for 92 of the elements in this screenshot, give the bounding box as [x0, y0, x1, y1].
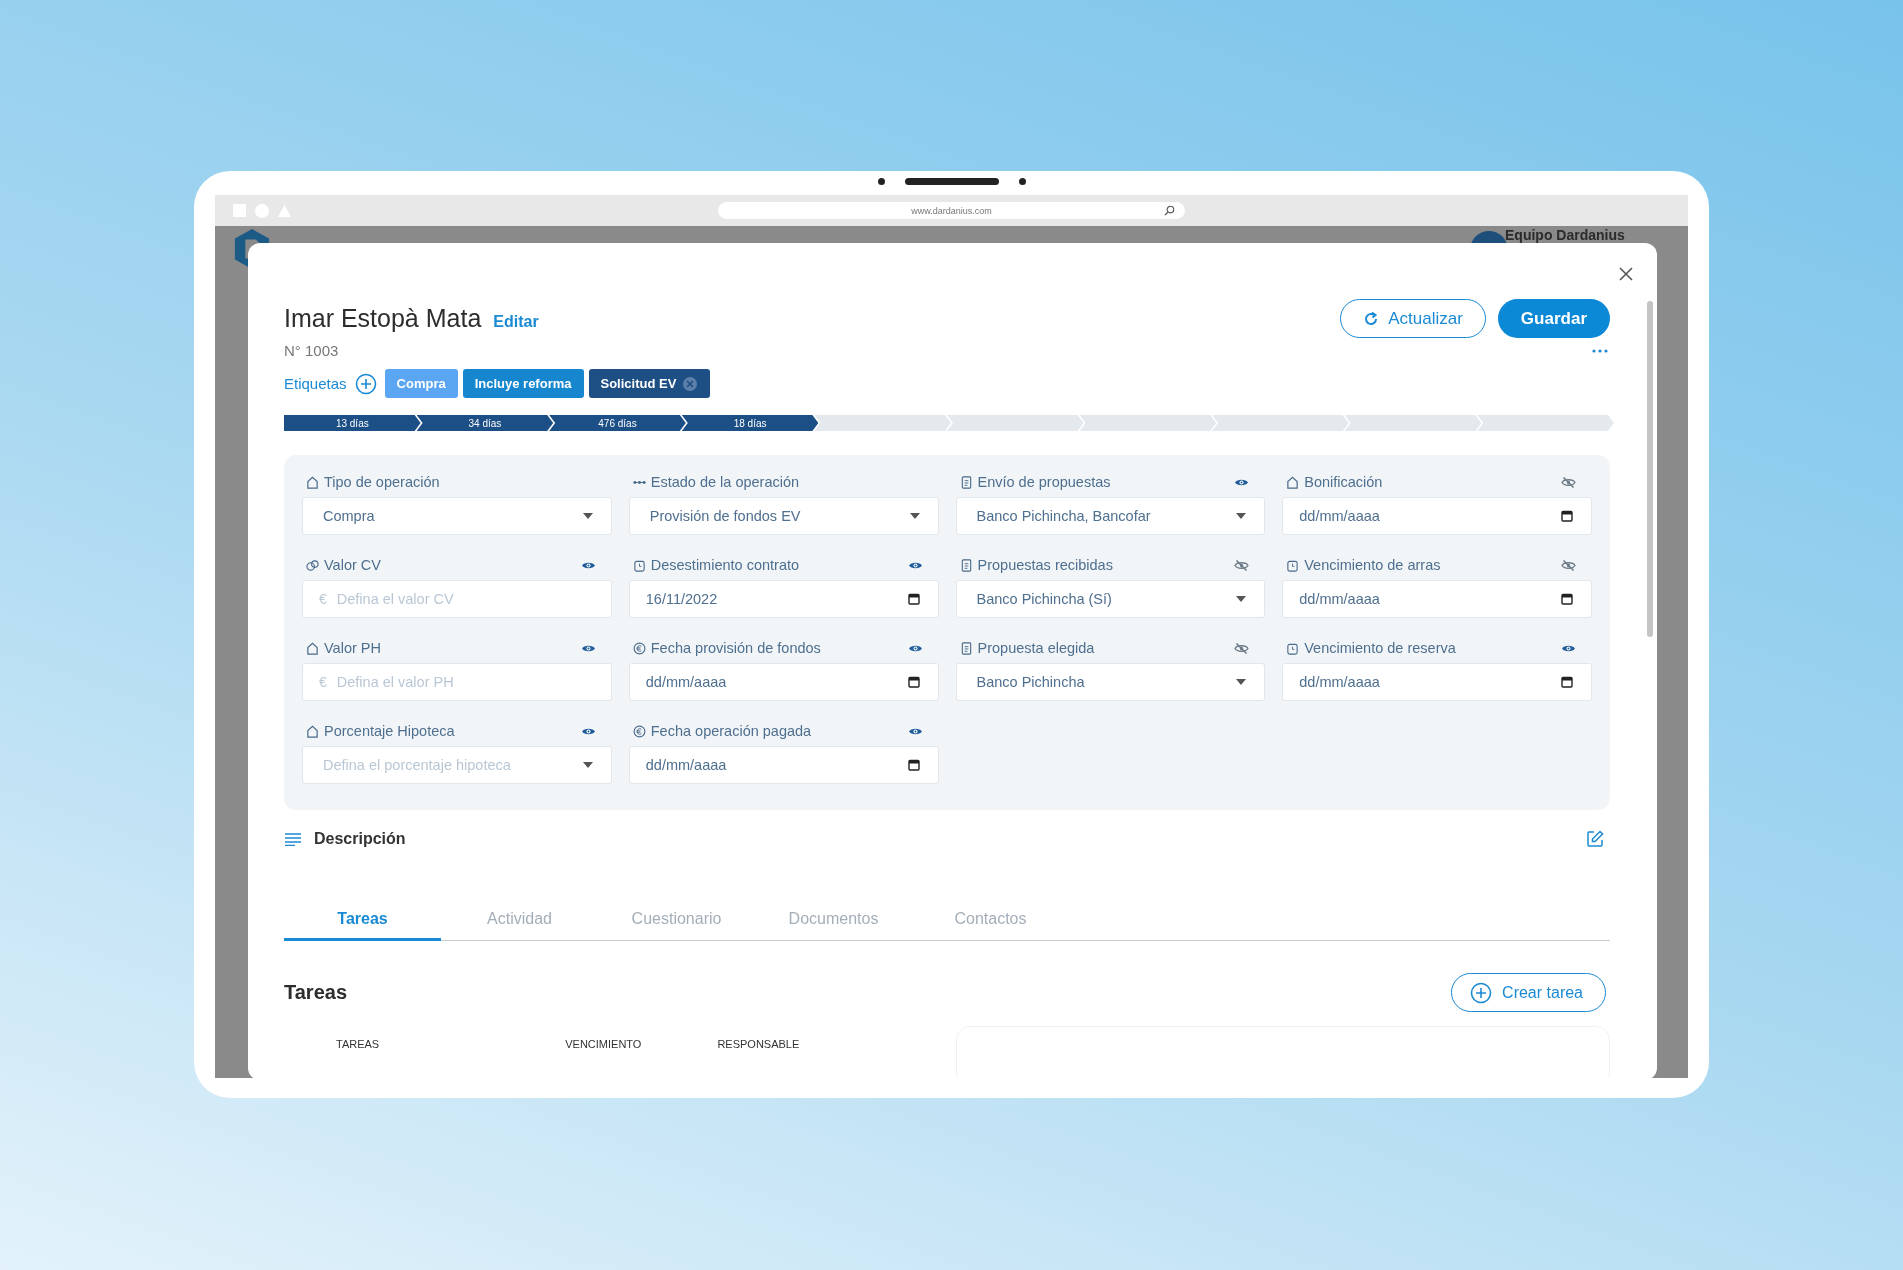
- speaker-icon: [904, 178, 999, 185]
- field-label: Porcentaje Hipoteca: [324, 723, 456, 739]
- date-field[interactable]: dd/mm/aaaa: [628, 663, 939, 701]
- save-button[interactable]: Guardar: [1497, 299, 1610, 338]
- date-field[interactable]: dd/mm/aaaa: [1282, 580, 1592, 618]
- doc-icon: [959, 475, 973, 489]
- search-icon[interactable]: [1164, 205, 1175, 216]
- date-field[interactable]: dd/mm/aaaa: [1282, 663, 1592, 701]
- field-label: Tipo de operación: [324, 474, 441, 490]
- stage-segment: 476 días: [549, 415, 686, 431]
- caret-icon: [582, 762, 593, 768]
- calendar-icon[interactable]: [1561, 510, 1573, 522]
- tab[interactable]: Tareas: [284, 902, 441, 941]
- tags-label: Etiquetas: [284, 375, 347, 392]
- clock-icon: [1286, 641, 1300, 655]
- close-icon[interactable]: [1619, 267, 1633, 281]
- section-title: Tareas: [284, 981, 347, 1004]
- caret-icon: [1236, 679, 1247, 685]
- house-icon: [1286, 475, 1300, 489]
- field-label: Propuesta elegida: [977, 640, 1096, 656]
- eye-slash-icon[interactable]: [1234, 642, 1250, 654]
- field-label: Desestimiento contrato: [650, 557, 801, 573]
- caret-icon: [1236, 596, 1247, 602]
- caret-icon: [1236, 513, 1247, 519]
- refresh-button[interactable]: Actualizar: [1340, 299, 1486, 338]
- field-label: Vencimiento de reserva: [1304, 640, 1457, 656]
- field-label: Propuestas recibidas: [977, 557, 1114, 573]
- dropdown[interactable]: Banco Pichincha (Sí): [955, 580, 1266, 618]
- euro-icon: [632, 641, 646, 655]
- stage-segment: 13 días: [284, 415, 421, 431]
- scrollbar[interactable]: [1647, 301, 1653, 637]
- address-bar[interactable]: www.dardanius.com: [718, 202, 1185, 219]
- doc-icon: [959, 558, 973, 572]
- house-icon: [306, 724, 319, 738]
- record-number: N° 1003: [284, 342, 339, 359]
- dropdown[interactable]: Compra: [302, 497, 612, 535]
- stage-segment: 34 días: [416, 415, 554, 431]
- calendar-icon[interactable]: [907, 593, 920, 605]
- coins-icon: [306, 558, 319, 572]
- clock-icon: [632, 558, 646, 572]
- field-label: Valor PH: [324, 640, 382, 656]
- plus-icon: [1470, 981, 1493, 1004]
- tab[interactable]: Cuestionario: [598, 902, 755, 941]
- dropdown[interactable]: Banco Pichincha, Bancofar: [955, 497, 1266, 535]
- doc-icon: [959, 641, 973, 655]
- tag[interactable]: Incluye reforma: [462, 369, 584, 398]
- eye-slash-icon[interactable]: [1561, 559, 1576, 571]
- date-field[interactable]: 16/11/2022: [628, 580, 939, 618]
- field-label: Fecha operación pagada: [650, 723, 813, 739]
- column-header: VENCIMIENTO: [565, 1038, 642, 1052]
- camera-dot-icon: [877, 178, 885, 185]
- field-label: Estado de la operación: [650, 474, 801, 490]
- eye-slash-icon[interactable]: [1561, 476, 1576, 488]
- tab[interactable]: Documentos: [755, 902, 912, 941]
- tag[interactable]: Compra: [384, 369, 458, 398]
- tab[interactable]: Contactos: [912, 902, 1069, 941]
- house-icon: [306, 641, 319, 655]
- clock-icon: [1286, 558, 1300, 572]
- tag[interactable]: Solicitud EV: [588, 369, 711, 398]
- field-label: Valor CV: [324, 557, 382, 573]
- add-tag-icon[interactable]: [354, 372, 377, 395]
- field-label: Envío de propuestas: [977, 474, 1112, 490]
- refresh-icon: [1363, 310, 1380, 327]
- field-label: Fecha provisión de fondos: [650, 640, 822, 656]
- eye-slash-icon[interactable]: [1234, 559, 1250, 571]
- date-field[interactable]: dd/mm/aaaa: [628, 746, 939, 784]
- calendar-icon[interactable]: [1561, 593, 1573, 605]
- text-lines-icon: [284, 832, 302, 846]
- field-label: Vencimiento de arras: [1304, 557, 1442, 573]
- edit-link[interactable]: Editar: [493, 313, 539, 331]
- calendar-icon[interactable]: [907, 676, 920, 688]
- house-icon: [306, 475, 319, 489]
- column-header: TAREAS: [336, 1038, 380, 1052]
- tab[interactable]: Actividad: [441, 902, 598, 941]
- section-title: Descripción: [314, 830, 406, 848]
- camera-dot-icon: [1018, 178, 1026, 185]
- caret-icon: [909, 513, 920, 519]
- team-name: Equipo Dardanius: [1505, 227, 1625, 243]
- date-field[interactable]: dd/mm/aaaa: [1282, 497, 1592, 535]
- field-label: Bonificación: [1304, 474, 1384, 490]
- edit-icon[interactable]: [1586, 830, 1604, 848]
- more-icon[interactable]: [1592, 348, 1608, 353]
- calendar-icon[interactable]: [1561, 676, 1573, 688]
- euro-icon: [632, 724, 646, 738]
- create-task-button[interactable]: Crear tarea: [1451, 973, 1606, 1012]
- caret-icon: [582, 513, 593, 519]
- stage-segment: 18 días: [681, 415, 819, 431]
- calendar-icon[interactable]: [907, 759, 920, 771]
- dropdown[interactable]: Provisión de fondos EV: [628, 497, 939, 535]
- column-header: RESPONSABLE: [717, 1038, 800, 1052]
- record-title: Imar Estopà Mata: [284, 304, 482, 333]
- dropdown[interactable]: Banco Pichincha: [955, 663, 1266, 701]
